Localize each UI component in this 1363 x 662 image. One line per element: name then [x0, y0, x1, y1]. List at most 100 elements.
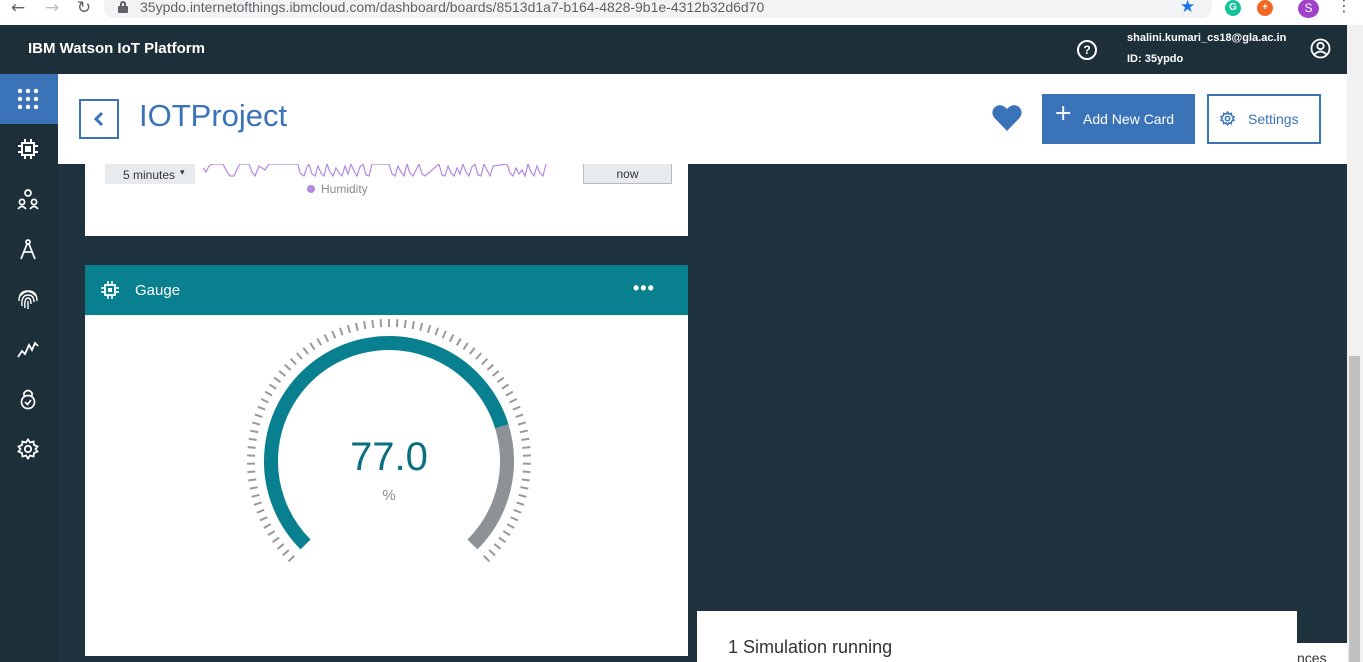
board-header: IOTProject + Add New Card Settings — [58, 74, 1347, 164]
gauge-tick — [488, 549, 496, 557]
board-settings-label: Settings — [1248, 111, 1299, 127]
browser-toolbar: ← → ↻ 35ypdo.internetofthings.ibmcloud.c… — [0, 0, 1363, 25]
browser-menu-icon[interactable]: ⋮ — [1336, 0, 1352, 14]
board-settings-button[interactable]: Settings — [1207, 94, 1321, 144]
gauge-tick — [501, 383, 510, 390]
gauge-dial: 77.0 % — [247, 319, 531, 563]
chart-legend: Humidity — [307, 182, 368, 196]
gauge-tick — [287, 555, 295, 563]
now-button[interactable]: now — [583, 164, 672, 184]
nav-apps[interactable] — [0, 224, 58, 274]
gauge-tick — [363, 321, 367, 330]
gauge-tick — [371, 319, 375, 329]
gauge-unit: % — [382, 487, 395, 504]
card-menu-icon[interactable]: ••• — [633, 278, 655, 299]
plus-icon: + — [1054, 101, 1073, 126]
gauge-tick — [268, 383, 277, 390]
gauge-tick — [521, 478, 530, 482]
add-new-card-button[interactable]: + Add New Card — [1042, 94, 1195, 144]
gauge-tick — [302, 347, 309, 355]
gauge-tick — [251, 493, 260, 498]
nav-boards[interactable] — [0, 74, 58, 124]
gauge-card-header: Gauge ••• — [85, 265, 688, 315]
gauge-tick — [309, 342, 316, 351]
gauge-tick — [263, 523, 272, 529]
apps-grid-icon — [17, 88, 39, 110]
nav-devices[interactable] — [0, 124, 58, 174]
gauge-tick — [256, 508, 265, 514]
help-icon[interactable]: ? — [1077, 40, 1097, 60]
chevron-left-icon — [93, 111, 104, 127]
gauge-tick — [441, 330, 447, 339]
time-range-select[interactable]: 5 minutes ▾ — [105, 164, 195, 184]
legend-dot-icon — [307, 185, 315, 193]
gauge-tick — [284, 363, 292, 371]
simulation-side-panel[interactable]: nces — [1297, 643, 1347, 662]
gauge-tick — [519, 429, 528, 434]
favorite-heart-icon[interactable] — [992, 104, 1022, 132]
gauge-tick — [448, 334, 455, 343]
gauge-tick — [257, 405, 266, 411]
nav-members[interactable] — [0, 174, 58, 224]
url-text[interactable]: 35ypdo.internetofthings.ibmcloud.com/das… — [140, 0, 764, 15]
gauge-tick — [254, 413, 263, 419]
reload-icon[interactable]: ↻ — [74, 0, 94, 18]
add-new-card-label: Add New Card — [1083, 111, 1175, 127]
caret-down-icon: ▾ — [180, 167, 185, 177]
gauge-tick — [248, 478, 257, 482]
gauge-remaining-arc — [467, 424, 514, 550]
gauge-tick — [411, 321, 415, 330]
gauge-tick — [516, 501, 525, 506]
gauge-tick — [502, 530, 511, 537]
gauge-tick — [469, 347, 476, 355]
org-id: ID: 35ypdo — [1127, 53, 1184, 65]
gauge-tick — [338, 327, 344, 336]
simulation-panel[interactable]: 1 Simulation running — [697, 611, 1297, 662]
scrollbar-thumb[interactable] — [1349, 356, 1360, 662]
app-header: IBM Watson IoT Platform ? shalini.kumari… — [0, 25, 1363, 74]
app-title[interactable]: IBM Watson IoT Platform — [28, 40, 205, 57]
line-chart-card: 5 minutes ▾ Humidity now — [85, 164, 688, 236]
device-chip-icon — [101, 281, 119, 299]
back-arrow-icon[interactable]: ← — [8, 0, 28, 18]
gauge-tick — [249, 486, 258, 490]
grammarly-extension-icon[interactable]: G — [1225, 0, 1241, 16]
gauge-tick — [434, 327, 440, 336]
time-range-value: 5 minutes — [123, 168, 176, 182]
settings-gear-icon — [17, 438, 39, 460]
gauge-tick — [498, 536, 507, 544]
page-scrollbar[interactable] — [1347, 25, 1363, 662]
profile-avatar[interactable]: S — [1298, 0, 1319, 18]
gauge-value: 77.0 — [350, 435, 428, 479]
gauge-tick — [252, 421, 261, 426]
address-bar[interactable]: 35ypdo.internetofthings.ibmcloud.com/das… — [104, 0, 1212, 18]
gauge-tick — [512, 405, 521, 411]
forward-arrow-icon[interactable]: → — [42, 0, 62, 18]
nav-identity[interactable] — [0, 274, 58, 324]
gauge-tick — [522, 446, 531, 449]
gauge-tick — [505, 390, 514, 397]
apps-compass-icon — [20, 239, 36, 260]
lock-icon — [118, 1, 128, 13]
gauge-tick — [475, 352, 482, 360]
gauge-tick — [483, 555, 491, 563]
gauge-tick — [354, 322, 359, 331]
now-button-label: now — [616, 167, 639, 181]
nav-monitoring[interactable] — [0, 324, 58, 374]
gauge-tick — [276, 543, 285, 550]
gauge-tick — [273, 376, 282, 384]
gauge-tick — [455, 337, 462, 346]
security-lock-icon — [20, 389, 36, 410]
gauge-tick — [282, 549, 290, 557]
gauge-tick — [521, 437, 530, 442]
gauge-tick — [506, 523, 515, 529]
nav-settings[interactable] — [0, 424, 58, 474]
account-icon[interactable] — [1310, 38, 1331, 59]
gauge-tick — [462, 342, 469, 351]
bookmark-star-icon[interactable]: ★ — [1180, 0, 1195, 16]
gauge-tick — [517, 421, 526, 426]
nav-security[interactable] — [0, 374, 58, 424]
back-button[interactable] — [79, 99, 119, 139]
extension-icon[interactable]: + — [1257, 0, 1273, 16]
gauge-card-title: Gauge — [135, 282, 181, 299]
